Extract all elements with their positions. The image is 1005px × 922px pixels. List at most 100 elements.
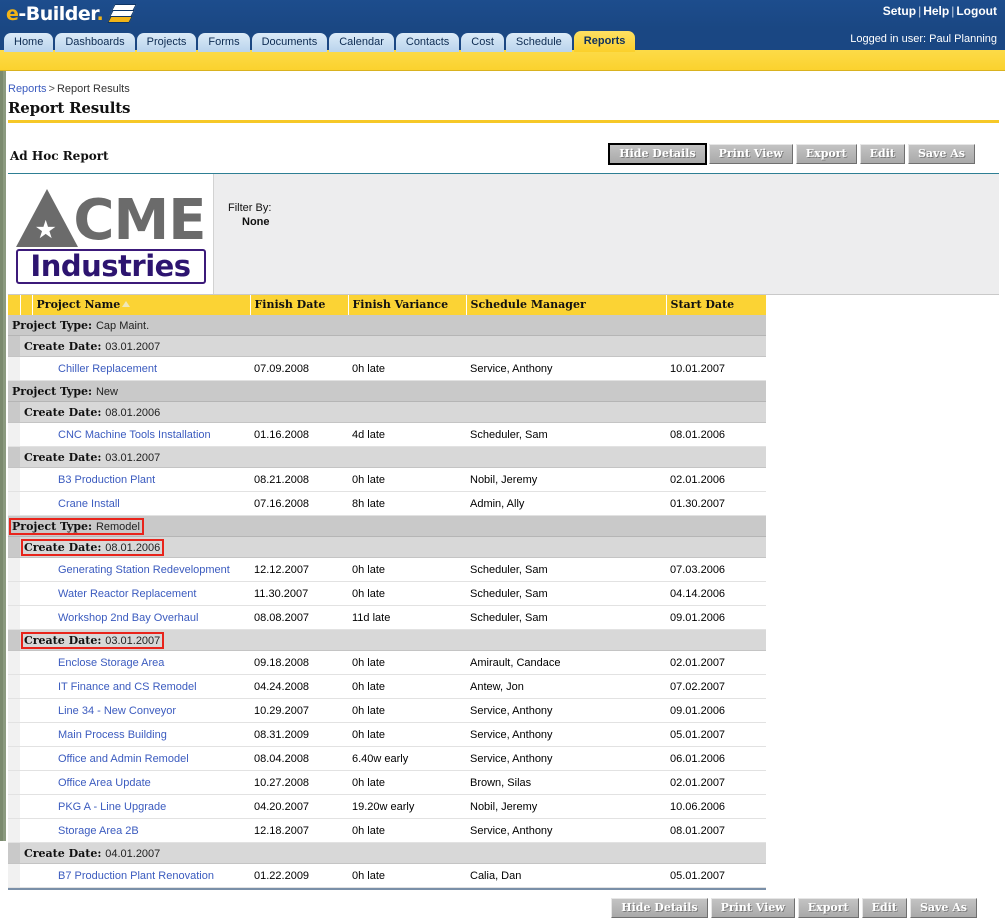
report-title: Ad Hoc Report xyxy=(10,149,109,163)
cell-start-date: 09.01.2006 xyxy=(666,605,766,630)
setup-link[interactable]: Setup xyxy=(883,4,916,18)
save-as-button-top[interactable]: Save As xyxy=(907,144,975,164)
logout-link[interactable]: Logout xyxy=(956,4,997,18)
row-indent-cell-2 xyxy=(20,863,32,888)
results-table-footer-rule xyxy=(8,888,766,893)
tab-cost[interactable]: Cost xyxy=(461,33,504,52)
tab-contacts[interactable]: Contacts xyxy=(395,33,460,52)
tab-calendar[interactable]: Calendar xyxy=(329,33,394,52)
project-name-link[interactable]: B3 Production Plant xyxy=(58,474,155,486)
hide-details-button-top[interactable]: Hide Details xyxy=(608,143,707,165)
project-name-link[interactable]: Office and Admin Remodel xyxy=(58,753,189,765)
project-name-link[interactable]: CNC Machine Tools Installation xyxy=(58,429,211,441)
cell-finish-variance: 0h late xyxy=(348,863,466,888)
tab-home[interactable]: Home xyxy=(4,33,54,52)
project-name-link[interactable]: B7 Production Plant Renovation xyxy=(58,870,214,882)
cell-finish-variance: 0h late xyxy=(348,650,466,675)
cell-project-name: CNC Machine Tools Installation xyxy=(54,422,250,447)
row-indent-cell-2 xyxy=(20,491,32,516)
project-name-link[interactable]: Water Reactor Replacement xyxy=(58,588,196,600)
project-name-link[interactable]: Main Process Building xyxy=(58,729,167,741)
cell-start-date: 07.03.2006 xyxy=(666,557,766,582)
header-schedule-manager[interactable]: Schedule Manager xyxy=(466,295,667,315)
subgroup-header-cell: Create Date: 08.01.2006 xyxy=(20,536,766,558)
tab-projects[interactable]: Projects xyxy=(136,33,197,52)
logo-text-e: e xyxy=(6,2,19,25)
cell-finish-variance: 0h late xyxy=(348,722,466,747)
cell-finish-variance: 11d late xyxy=(348,605,466,630)
row-indent-cell-2 xyxy=(20,770,32,795)
cell-project-name: Enclose Storage Area xyxy=(54,650,250,675)
header-finish-date[interactable]: Finish Date xyxy=(250,295,349,315)
cell-finish-date: 04.20.2007 xyxy=(250,794,348,819)
tab-documents[interactable]: Documents xyxy=(251,33,328,52)
header-indent-1 xyxy=(8,295,21,315)
row-indent-cell-1 xyxy=(8,698,20,723)
edit-button-top[interactable]: Edit xyxy=(859,144,905,164)
cell-schedule-manager: Scheduler, Sam xyxy=(466,581,666,606)
highlighted-subgroup-value: Create Date: 08.01.2006 xyxy=(20,538,165,556)
project-name-link[interactable]: Crane Install xyxy=(58,498,120,510)
table-row: Office and Admin Remodel 08.04.2008 6.40w … xyxy=(8,746,766,771)
subgroup-value-wrap: Create Date: 08.01.2006 xyxy=(24,406,160,419)
project-name-link[interactable]: Office Area Update xyxy=(58,777,151,789)
header-project-name[interactable]: Project Name xyxy=(32,295,251,315)
top-header-bar: e-Builder. Setup | Help | Logout xyxy=(0,0,1005,28)
group-header-cell: Project Type: New xyxy=(8,380,766,402)
cell-schedule-manager: Service, Anthony xyxy=(466,746,666,771)
subgroup-value-wrap: Create Date: 03.01.2007 xyxy=(24,451,161,464)
project-name-link[interactable]: Line 34 - New Conveyor xyxy=(58,705,176,717)
cell-finish-variance: 8h late xyxy=(348,491,466,516)
cell-project-name: Main Process Building xyxy=(54,722,250,747)
subgroup-header-row: Create Date: 03.01.2007 xyxy=(8,446,766,468)
cell-start-date: 08.01.2006 xyxy=(666,422,766,447)
breadcrumb-reports-link[interactable]: Reports xyxy=(8,83,47,95)
group-header-cell: Project Type: Remodel xyxy=(8,515,766,537)
export-button-top[interactable]: Export xyxy=(795,144,857,164)
subgroup-indent-cell xyxy=(8,335,20,357)
export-button-bottom[interactable]: Export xyxy=(797,898,859,918)
results-table-body: Project Type: Cap Maint. Create Date: 03.… xyxy=(8,315,766,888)
row-indent-cell-1 xyxy=(8,491,20,516)
cell-finish-date: 09.18.2008 xyxy=(250,650,348,675)
cell-finish-date: 01.22.2009 xyxy=(250,863,348,888)
stacked-books-icon xyxy=(107,3,138,25)
cell-start-date: 10.01.2007 xyxy=(666,356,766,381)
cell-finish-variance: 0h late xyxy=(348,356,466,381)
project-name-link[interactable]: Chiller Replacement xyxy=(58,363,157,375)
save-as-button-bottom[interactable]: Save As xyxy=(909,898,977,918)
help-link[interactable]: Help xyxy=(923,4,949,18)
acme-logo-word: CME xyxy=(73,187,206,253)
breadcrumb-separator: > xyxy=(48,83,55,95)
subgroup-header-row: Create Date: 03.01.2007 xyxy=(8,335,766,357)
project-name-link[interactable]: PKG A - Line Upgrade xyxy=(58,801,166,813)
project-name-link[interactable]: IT Finance and CS Remodel xyxy=(58,681,197,693)
header-finish-variance[interactable]: Finish Variance xyxy=(348,295,467,315)
report-toolbar-bottom: Hide Details Print View Export Edit Save As xyxy=(8,896,1005,922)
cell-start-date: 09.01.2006 xyxy=(666,698,766,723)
print-view-button-top[interactable]: Print View xyxy=(708,144,793,164)
project-name-link[interactable]: Generating Station Redevelopment xyxy=(58,564,230,576)
row-indent-cell-3 xyxy=(32,746,54,771)
project-name-link[interactable]: Enclose Storage Area xyxy=(58,657,164,669)
row-indent-cell-3 xyxy=(32,770,54,795)
subgroup-header-row: Create Date: 08.01.2006 xyxy=(8,536,766,558)
row-indent-cell-1 xyxy=(8,722,20,747)
project-name-link[interactable]: Workshop 2nd Bay Overhaul xyxy=(58,612,198,624)
header-start-date[interactable]: Start Date xyxy=(666,295,766,315)
edit-button-bottom[interactable]: Edit xyxy=(861,898,907,918)
cell-project-name: Office Area Update xyxy=(54,770,250,795)
tab-reports[interactable]: Reports xyxy=(573,31,636,52)
tab-dashboards[interactable]: Dashboards xyxy=(55,33,135,52)
project-name-link[interactable]: Storage Area 2B xyxy=(58,825,139,837)
row-indent-cell-3 xyxy=(32,467,54,492)
cell-finish-date: 04.24.2008 xyxy=(250,674,348,699)
subgroup-header-cell: Create Date: 03.01.2007 xyxy=(20,335,766,357)
subgroup-value: 03.01.2007 xyxy=(105,451,161,464)
print-view-button-bottom[interactable]: Print View xyxy=(710,898,795,918)
ebuilder-logo[interactable]: e-Builder. xyxy=(6,1,138,27)
hide-details-button-bottom[interactable]: Hide Details xyxy=(611,898,708,918)
subgroup-header-cell: Create Date: 03.01.2007 xyxy=(20,446,766,468)
tab-forms[interactable]: Forms xyxy=(198,33,250,52)
tab-schedule[interactable]: Schedule xyxy=(505,33,572,52)
